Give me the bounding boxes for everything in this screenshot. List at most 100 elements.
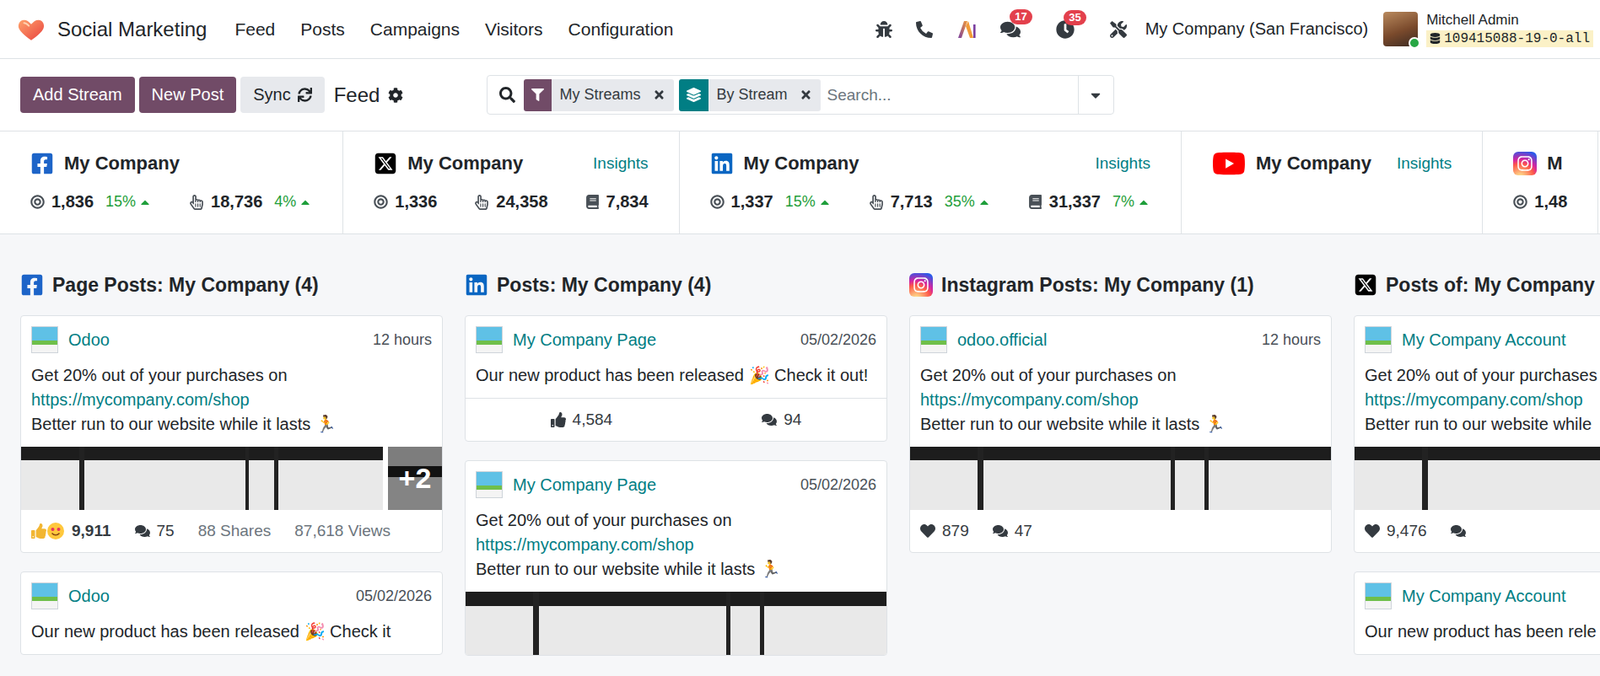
likes-stat[interactable]: 9,476 <box>1364 522 1428 541</box>
insights-link[interactable]: Insights <box>1396 154 1452 173</box>
user-menu[interactable]: Mitchell Admin109415088-19-0-all <box>1383 11 1594 48</box>
post-author[interactable]: My Company Account <box>1364 582 1567 610</box>
facet-label: By Stream <box>708 79 821 112</box>
post-header: odoo.official12 hours <box>910 316 1331 359</box>
ai-icon[interactable] <box>956 19 977 40</box>
reactions-icon <box>31 522 65 541</box>
facet-label: My Streams <box>551 79 674 112</box>
activities-button[interactable]: 35 <box>1044 20 1087 39</box>
post-card[interactable]: Odoo12 hoursGet 20% out of your purchase… <box>20 315 443 554</box>
post-text: Get 20% out of your purchases on <box>920 363 1321 388</box>
menu-item[interactable]: Visitors <box>472 12 555 47</box>
post-header: Odoo 05/02/2026 <box>21 572 442 615</box>
search-options-toggle[interactable] <box>1077 75 1114 114</box>
thumbs-up-icon <box>31 523 47 539</box>
post-image[interactable] <box>1354 447 1600 511</box>
post-card[interactable]: odoo.official12 hours Get 20% out of your… <box>909 315 1332 554</box>
post-author[interactable]: odoo.official <box>920 326 1047 354</box>
post-time: 05/02/2026 <box>800 331 877 350</box>
account-stats: 1,83615%18,7364% <box>30 190 313 215</box>
search-facet[interactable]: My Streams <box>523 79 674 112</box>
post-header: My Company Page 05/02/2026 <box>465 316 887 359</box>
app-brand[interactable]: Social Marketing <box>16 15 207 44</box>
ai-button[interactable] <box>944 19 989 40</box>
database-name: 109415088-19-0-all <box>1426 30 1594 48</box>
post-link[interactable]: https://mycompany.com/shop <box>475 533 877 558</box>
trend-up-icon <box>138 195 152 210</box>
post-card[interactable]: My Company AccountOur new product has be… <box>1353 571 1600 656</box>
post-image[interactable] <box>21 447 383 511</box>
debug-button[interactable] <box>863 21 905 38</box>
audience-icon <box>710 194 725 210</box>
post-author[interactable]: My Company Page <box>475 471 657 499</box>
post-author[interactable]: Odoo <box>31 326 110 354</box>
stat-count: 4,584 <box>572 410 614 430</box>
voip-button[interactable] <box>904 21 945 38</box>
remove-facet-icon[interactable] <box>799 88 813 102</box>
search-button[interactable] <box>487 86 524 103</box>
app-name[interactable]: Social Marketing <box>57 17 207 42</box>
comments-stat[interactable] <box>1450 523 1466 539</box>
post-link[interactable]: https://mycompany.com/shop <box>31 387 432 413</box>
messages-button[interactable]: 17 <box>988 19 1033 40</box>
facebook-icon <box>20 273 44 297</box>
post-image[interactable] <box>465 592 887 656</box>
comments-stat[interactable]: 47 <box>992 522 1033 541</box>
post-author[interactable]: My Company Account <box>1364 326 1567 354</box>
search-input[interactable] <box>825 85 1078 106</box>
stat-count: 879 <box>942 522 970 541</box>
post-time: 05/02/2026 <box>355 587 432 606</box>
gear-icon[interactable] <box>387 87 404 103</box>
account-card: M1,48 <box>1482 131 1599 234</box>
account-name: My Company <box>1212 146 1372 181</box>
post-media[interactable]: +2 <box>21 447 442 511</box>
stat-value: 1,48 <box>1534 192 1568 212</box>
remove-facet-icon[interactable] <box>652 88 666 102</box>
post-media[interactable] <box>1354 447 1600 511</box>
menu-item[interactable]: Feed <box>221 12 288 47</box>
post-image[interactable] <box>910 447 1331 511</box>
author-avatar <box>31 582 59 610</box>
stream-title: Posts: My Company (4) <box>464 273 888 297</box>
menu-item[interactable]: Posts <box>287 12 358 47</box>
stat-trend: 35% <box>944 193 992 211</box>
post-card[interactable]: My Company AccountGet 20% out of your pu… <box>1353 315 1600 554</box>
post-link[interactable]: https://mycompany.com/shop <box>920 387 1321 413</box>
insights-link[interactable]: Insights <box>1094 154 1150 173</box>
account-stat: 1,48 <box>1513 192 1568 212</box>
sync-button[interactable]: Sync <box>240 76 324 114</box>
comments-stat[interactable]: 75 <box>134 522 175 541</box>
tools-button[interactable] <box>1098 21 1139 38</box>
post-card[interactable]: My Company Page05/02/2026Get 20% out of … <box>464 460 888 657</box>
primary-button[interactable]: New Post <box>139 76 238 114</box>
menu-item[interactable]: Campaigns <box>357 12 473 47</box>
author-avatar <box>475 326 503 354</box>
post-author[interactable]: Odoo <box>31 582 110 610</box>
insights-link[interactable]: Insights <box>592 154 648 173</box>
post-media[interactable] <box>465 592 887 656</box>
audience-icon <box>30 194 45 210</box>
shares-stat[interactable]: 88 Shares <box>198 522 272 541</box>
user-avatar[interactable] <box>1383 11 1418 47</box>
likes-stat[interactable]: 4,584 <box>550 410 614 430</box>
company-switcher[interactable]: My Company (San Francisco) <box>1145 19 1369 39</box>
likes-stat[interactable]: 879 <box>920 522 970 541</box>
post-stats: 9,476 <box>1354 510 1600 553</box>
comments-icon <box>992 523 1008 539</box>
reactions-stat[interactable]: 9,911 <box>31 522 112 541</box>
stat-value: 31,337 <box>1049 192 1101 212</box>
heart-icon <box>1364 523 1380 539</box>
post-card[interactable]: My Company Page05/02/2026Our new product… <box>464 315 888 442</box>
online-status-dot <box>1408 37 1421 49</box>
search-facet[interactable]: By Stream <box>678 79 821 112</box>
post-card[interactable]: Odoo05/02/2026Our new product has been r… <box>20 571 443 656</box>
primary-button[interactable]: Add Stream <box>20 76 135 114</box>
menu-item[interactable]: Configuration <box>555 12 687 47</box>
post-link[interactable]: https://mycompany.com/shop <box>1364 387 1600 413</box>
post-author[interactable]: My Company Page <box>475 326 657 354</box>
post-media[interactable] <box>910 447 1331 511</box>
comments-stat[interactable]: 94 <box>761 410 802 430</box>
post-image-thumbnail[interactable]: +2 <box>387 447 442 511</box>
views-stat[interactable]: 87,618 Views <box>294 522 391 541</box>
app-logo-icon[interactable] <box>16 15 46 44</box>
